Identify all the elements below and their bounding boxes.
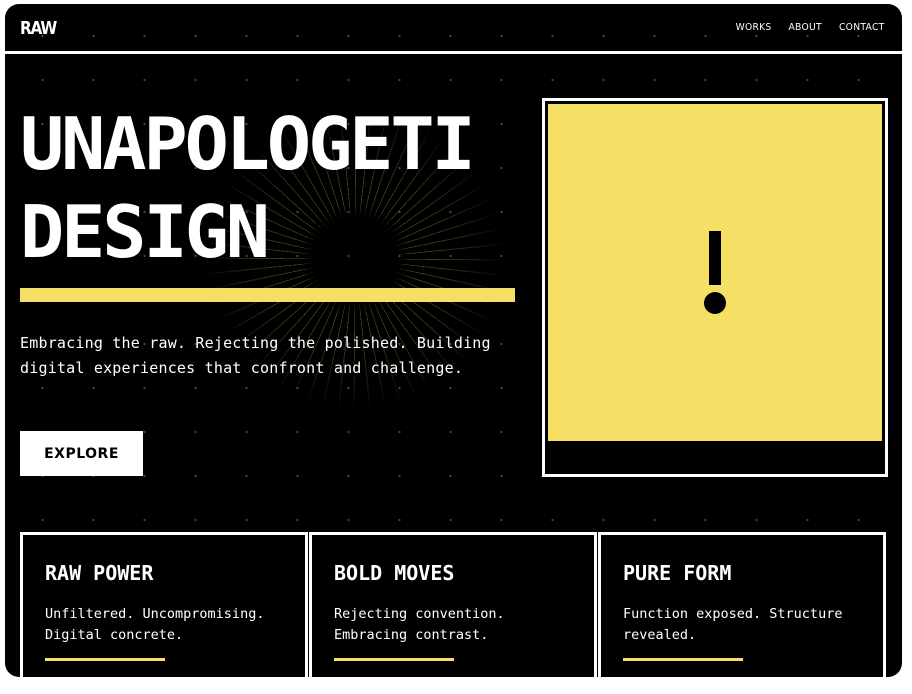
card-raw-power: RAW POWER Unfiltered. Uncompromising. Di… — [20, 532, 308, 677]
hero-title: UNAPOLOGETI DESIGN — [20, 100, 476, 276]
explore-button[interactable]: EXPLORE — [20, 431, 143, 476]
card-title: PURE FORM — [623, 561, 732, 585]
card-text: Unfiltered. Uncompromising. Digital conc… — [45, 606, 265, 643]
card-bold-moves: BOLD MOVES Rejecting convention. Embraci… — [309, 532, 597, 677]
card-title: BOLD MOVES — [334, 561, 455, 585]
hero-title-line-1: UNAPOLOGETI — [20, 102, 476, 186]
hero-title-line-2: DESIGN — [20, 190, 270, 274]
card-text: Rejecting convention. Embracing contrast… — [334, 606, 505, 643]
exclamation-panel — [542, 98, 888, 477]
exclamation-icon — [548, 104, 882, 441]
logo[interactable]: RAW — [20, 18, 57, 39]
card-pure-form: PURE FORM Function exposed. Structure re… — [598, 532, 886, 677]
hero-description: Embracing the raw. Rejecting the polishe… — [20, 334, 491, 377]
nav-about-link[interactable]: ABOUT — [789, 22, 822, 33]
card-title: RAW POWER — [45, 561, 154, 585]
card-accent-bar — [623, 658, 743, 661]
card-accent-bar — [334, 658, 454, 661]
hero-underline-bar — [20, 288, 515, 302]
main-nav: WORKS ABOUT CONTACT — [734, 22, 887, 33]
nav-works-link[interactable]: WORKS — [736, 22, 772, 33]
panel-yellow-fill — [548, 104, 882, 441]
card-text: Function exposed. Structure revealed. — [623, 606, 843, 643]
page-frame: RAW WORKS ABOUT CONTACT UNAPOLOGETI DESI… — [5, 4, 902, 677]
nav-contact-link[interactable]: CONTACT — [839, 22, 885, 33]
site-header: RAW WORKS ABOUT CONTACT — [5, 4, 902, 54]
card-accent-bar — [45, 658, 165, 661]
